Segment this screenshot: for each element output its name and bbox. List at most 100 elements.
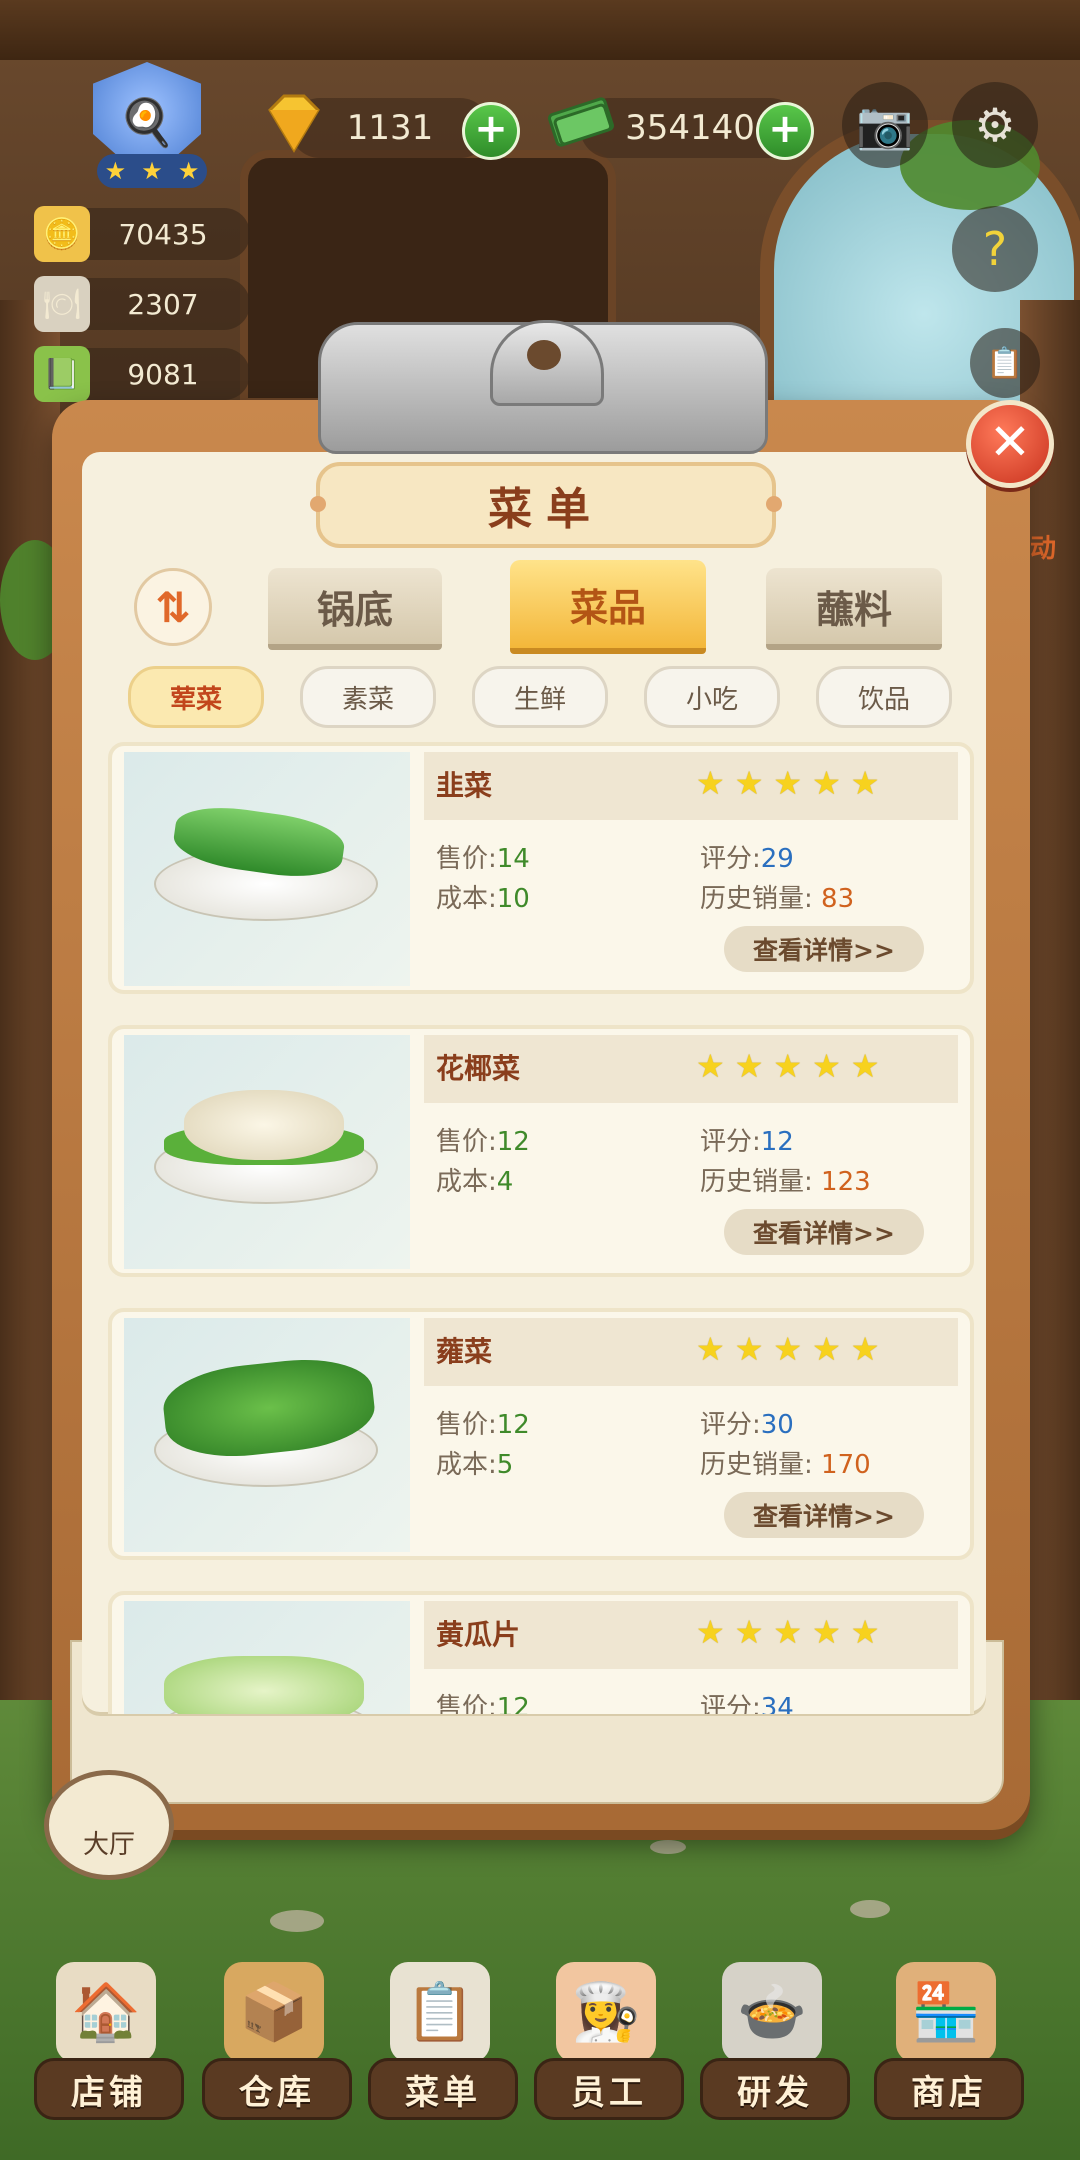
dish-card: 韭菜 ★★★★★ 售价:14 成本:10 评分:29 历史销量: 83 查看详情…: [108, 742, 974, 994]
dish-image-water-spinach: [124, 1318, 410, 1552]
cost-value: 5: [496, 1450, 514, 1480]
nav-label: 研发: [700, 2058, 850, 2120]
price-row: 售价:12: [436, 1687, 530, 1714]
help-book-icon: ?: [982, 222, 1008, 276]
view-details-button[interactable]: 查看详情>>: [724, 1492, 924, 1538]
cost-row: 成本:4: [436, 1161, 513, 1198]
rating-row: 评分:29: [700, 838, 794, 875]
stat-recipes-value: 9081: [127, 357, 199, 391]
stepping-stone: [650, 1840, 686, 1854]
tree-trunk-left: [0, 300, 60, 1800]
nav-store[interactable]: 🏪 商店: [866, 1950, 1026, 2150]
view-details-button[interactable]: 查看详情>>: [724, 1209, 924, 1255]
sales-row: 历史销量: 170: [700, 1444, 871, 1481]
close-button[interactable]: ✕: [966, 400, 1054, 488]
dish-stars: ★★★★★: [696, 1613, 890, 1651]
nav-menu[interactable]: 📋 菜单: [360, 1950, 520, 2150]
stat-coins: 🪙 70435: [34, 206, 250, 262]
dish-image-cauliflower: [124, 1035, 410, 1269]
sales-value: 170: [821, 1450, 871, 1480]
dish-image-cucumber: [124, 1601, 410, 1714]
sales-row: 历史销量: 83: [700, 878, 854, 915]
subtab-snacks[interactable]: 小吃: [644, 666, 780, 728]
tab-dishes[interactable]: 菜品: [510, 560, 706, 654]
camera-icon: 📷: [856, 97, 914, 152]
price-value: 12: [496, 1693, 530, 1714]
dish-stars: ★★★★★: [696, 1330, 890, 1368]
dish-list[interactable]: 韭菜 ★★★★★ 售价:14 成本:10 评分:29 历史销量: 83 查看详情…: [108, 742, 974, 1714]
price-row: 售价:12: [436, 1404, 530, 1441]
cost-value: 4: [496, 1167, 514, 1197]
cost-value: 10: [496, 884, 530, 914]
boxes-icon: 📦: [224, 1962, 324, 2062]
sales-value: 123: [821, 1167, 871, 1197]
dish-name: 蕹菜: [436, 1335, 493, 1368]
dish-card: 花椰菜 ★★★★★ 售价:12 成本:4 评分:12 历史销量: 123 查看详…: [108, 1025, 974, 1277]
view-details-button[interactable]: 查看详情>>: [724, 926, 924, 972]
nav-label: 仓库: [202, 2058, 352, 2120]
coin-stack-icon: 🪙: [34, 206, 90, 262]
nav-label: 菜单: [368, 2058, 518, 2120]
price-label: 售价:: [436, 844, 497, 874]
stepping-stone: [850, 1900, 890, 1918]
price-label: 售价:: [436, 1410, 497, 1440]
sort-button[interactable]: ⇅: [134, 568, 212, 646]
price-value: 12: [496, 1127, 530, 1157]
recipe-book-icon: 📗: [34, 346, 90, 402]
wok-icon: 🍲: [722, 1962, 822, 2062]
rating-value: 12: [760, 1127, 794, 1157]
hall-button[interactable]: 大厅: [44, 1770, 174, 1880]
menu-title: 菜单: [310, 462, 782, 548]
rating-label: 评分:: [700, 1410, 761, 1440]
nav-label: 店铺: [34, 2058, 184, 2120]
settings-button[interactable]: ⚙: [952, 82, 1038, 168]
price-value: 12: [496, 1410, 530, 1440]
dish-card: 黄瓜片 ★★★★★ 售价:12 评分:34: [108, 1591, 974, 1714]
event-button[interactable]: 📋: [970, 328, 1040, 398]
subtab-fresh[interactable]: 生鲜: [472, 666, 608, 728]
restaurant-rank-badge[interactable]: 🍳 ★ ★ ★: [52, 62, 242, 192]
rating-value: 34: [760, 1693, 794, 1714]
cloche-icon: 🍽: [34, 276, 90, 332]
close-icon: ✕: [989, 413, 1031, 471]
price-label: 售价:: [436, 1693, 497, 1714]
subtab-vegetable[interactable]: 素菜: [300, 666, 436, 728]
nav-staff[interactable]: 👩‍🍳 员工: [526, 1950, 686, 2150]
subtab-meat[interactable]: 荤菜: [128, 666, 264, 728]
dish-name: 韭菜: [436, 769, 493, 802]
storefront-icon: 🏠: [56, 1962, 156, 2062]
rating-value: 30: [760, 1410, 794, 1440]
nav-label: 员工: [534, 2058, 684, 2120]
nav-shop-front[interactable]: 🏠 店铺: [26, 1950, 186, 2150]
cucumber-slices: [164, 1656, 364, 1714]
cost-row: 成本:10: [436, 878, 530, 915]
stat-coins-value: 70435: [118, 217, 208, 251]
stepping-stone: [270, 1910, 324, 1932]
sales-row: 历史销量: 123: [700, 1161, 871, 1198]
sales-label: 历史销量:: [700, 1450, 813, 1480]
clipboard-icon: 📋: [390, 1962, 490, 2062]
staff-chef-icon: 👩‍🍳: [556, 1962, 656, 2062]
nav-warehouse[interactable]: 📦 仓库: [194, 1950, 354, 2150]
rating-label: 评分:: [700, 1693, 761, 1714]
event-label: 动: [1030, 534, 1057, 564]
subtab-drinks[interactable]: 饮品: [816, 666, 952, 728]
dish-image-chives: [124, 752, 410, 986]
tab-soup-base[interactable]: 锅底: [268, 568, 442, 650]
dish-stars: ★★★★★: [696, 1047, 890, 1085]
stat-dishes: 🍽 2307: [34, 276, 250, 332]
camera-button[interactable]: 📷: [842, 82, 928, 168]
diamond-icon: [268, 94, 320, 153]
help-book-button[interactable]: ?: [952, 206, 1038, 292]
add-diamonds-button[interactable]: +: [462, 102, 520, 160]
sales-value: 83: [821, 884, 855, 914]
rating-row: 评分:12: [700, 1121, 794, 1158]
bottom-nav: 🏠 店铺 📦 仓库 📋 菜单 👩‍🍳 员工 🍲 研发 🏪 商店: [0, 1950, 1080, 2160]
ceiling-beam: [0, 0, 1080, 60]
dish-card: 蕹菜 ★★★★★ 售价:12 成本:5 评分:30 历史销量: 170 查看详情…: [108, 1308, 974, 1560]
tab-dipping-sauce[interactable]: 蘸料: [766, 568, 942, 650]
add-cash-button[interactable]: +: [756, 102, 814, 160]
nav-research[interactable]: 🍲 研发: [692, 1950, 852, 2150]
cost-label: 成本:: [436, 884, 497, 914]
rank-stars: ★ ★ ★: [97, 154, 207, 188]
